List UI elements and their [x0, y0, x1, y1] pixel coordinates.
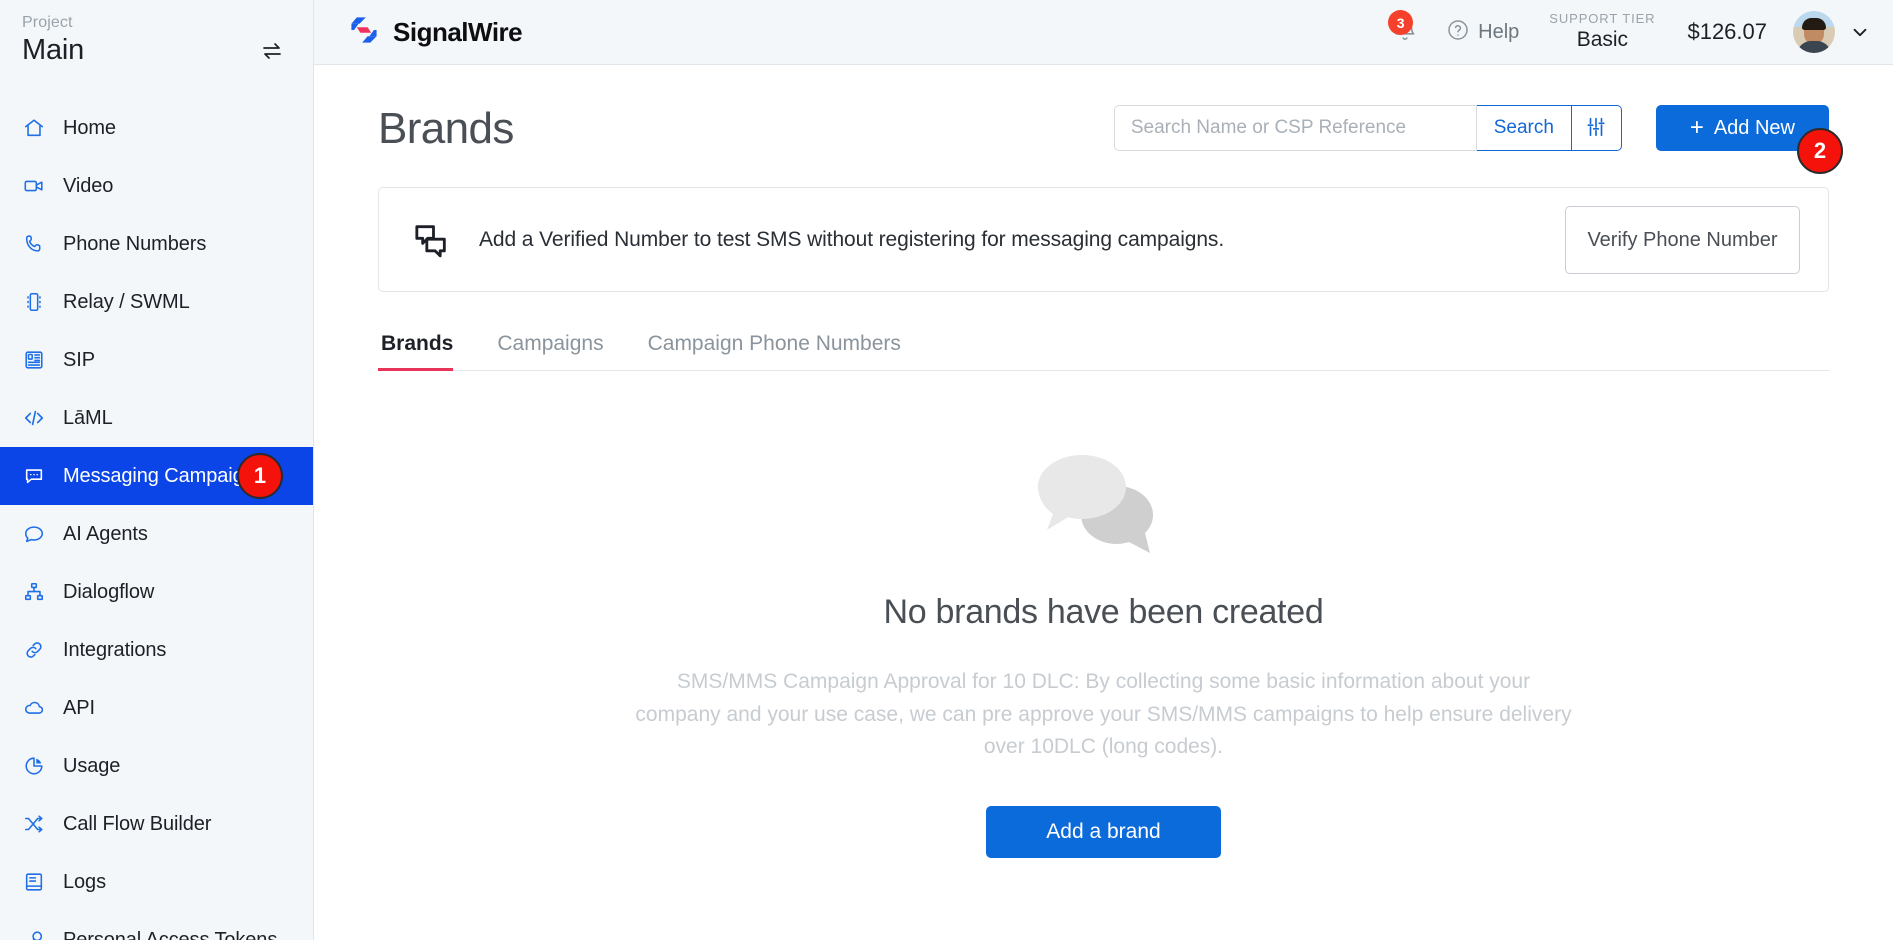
sidebar-item-sip[interactable]: SIP	[0, 331, 313, 389]
tab-campaign-phone-numbers[interactable]: Campaign Phone Numbers	[626, 332, 923, 370]
page-header: Brands Search + Add New	[378, 65, 1843, 174]
help-button[interactable]: Help	[1446, 18, 1519, 47]
sidebar-item-call-flow-builder[interactable]: Call Flow Builder	[0, 795, 313, 853]
shuffle-icon	[22, 812, 46, 836]
project-name: Main	[22, 34, 85, 66]
avatar-body	[1797, 41, 1831, 53]
tabs: Brands Campaigns Campaign Phone Numbers	[378, 332, 1829, 371]
search-button[interactable]: Search	[1476, 105, 1572, 151]
tab-campaigns[interactable]: Campaigns	[475, 332, 625, 370]
page-title: Brands	[378, 104, 514, 153]
notification-count-badge: 3	[1388, 10, 1414, 35]
phone-icon	[22, 232, 46, 256]
empty-state-title: No brands have been created	[883, 593, 1324, 631]
switch-arrows-icon[interactable]	[257, 36, 287, 66]
add-new-label: Add New	[1713, 116, 1795, 139]
annotation-badge-1: 1	[237, 453, 283, 499]
empty-state-description: SMS/MMS Campaign Approval for 10 DLC: By…	[635, 670, 1572, 759]
search-group: Search	[1113, 105, 1622, 151]
sidebar-item-ai-agents[interactable]: AI Agents	[0, 505, 313, 563]
sidebar-nav: Home Video Phone Numbers Relay / SWML SI…	[0, 99, 313, 940]
sidebar-item-label: Relay / SWML	[63, 290, 190, 313]
account-balance[interactable]: $126.07	[1687, 19, 1767, 45]
two-speech-bubbles-illustration	[1024, 441, 1184, 571]
brand-logo[interactable]: SignalWire	[346, 12, 523, 53]
topbar-right: 3 Help SUPPORT TIER Basic $126.07	[1378, 9, 1871, 55]
tab-brands[interactable]: Brands	[378, 332, 475, 371]
link-chain-icon	[22, 638, 46, 662]
speech-bubble-dots-icon	[22, 522, 46, 546]
sidebar-item-logs[interactable]: Logs	[0, 853, 313, 911]
brand-name: SignalWire	[393, 16, 523, 47]
sidebar-item-label: Logs	[63, 870, 106, 893]
sidebar-item-label: Dialogflow	[63, 580, 155, 603]
support-tier-label: SUPPORT TIER	[1549, 10, 1656, 26]
sidebar-item-personal-access-tokens[interactable]: Personal Access Tokens	[0, 911, 313, 940]
support-tier-value: Basic	[1576, 28, 1629, 51]
help-label: Help	[1478, 20, 1520, 43]
verify-phone-number-button[interactable]: Verify Phone Number	[1565, 205, 1800, 274]
sidebar-item-label: Call Flow Builder	[63, 812, 212, 835]
verified-number-banner: Add a Verified Number to test SMS withou…	[378, 187, 1829, 292]
sidebar-item-label: Personal Access Tokens	[63, 928, 278, 940]
key-icon	[22, 928, 46, 940]
sidebar-item-label: LāML	[63, 406, 113, 429]
sidebar: Project Main Home Video Phone Numbers Re…	[0, 0, 314, 940]
sidebar-item-home[interactable]: Home	[0, 99, 313, 157]
chat-bubble-icon	[22, 464, 46, 488]
sidebar-item-messaging-campaigns[interactable]: Messaging Campaigns 1	[0, 447, 313, 505]
banner-text: Add a Verified Number to test SMS withou…	[479, 227, 1225, 251]
avatar-hair	[1802, 17, 1826, 30]
header-tools: Search + Add New 2	[1113, 101, 1843, 174]
add-a-brand-button[interactable]: Add a brand	[986, 805, 1221, 858]
sidebar-item-laml[interactable]: LāML	[0, 389, 313, 447]
cloud-icon	[22, 696, 46, 720]
annotation-badge-2: 2	[1797, 128, 1843, 174]
sidebar-item-label: Phone Numbers	[63, 232, 207, 255]
pie-chart-icon	[22, 754, 46, 778]
sidebar-item-label: Usage	[63, 754, 121, 777]
sidebar-item-phone-numbers[interactable]: Phone Numbers	[0, 215, 313, 273]
sitemap-icon	[22, 580, 46, 604]
sidebar-item-dialogflow[interactable]: Dialogflow	[0, 563, 313, 621]
sidebar-item-label: Home	[63, 116, 116, 139]
search-input[interactable]	[1113, 105, 1477, 151]
book-icon	[22, 870, 46, 894]
project-switcher[interactable]: Project Main	[0, 0, 313, 73]
sliders-filter-icon	[1585, 116, 1607, 141]
notifications-button[interactable]: 3	[1378, 9, 1432, 55]
desk-phone-icon	[22, 348, 46, 372]
filter-button[interactable]	[1571, 105, 1622, 151]
content-area: Brands Search + Add New	[314, 65, 1893, 940]
chat-bubbles-icon	[411, 220, 455, 260]
sidebar-item-api[interactable]: API	[0, 679, 313, 737]
avatar[interactable]	[1793, 11, 1835, 53]
sidebar-item-relay-swml[interactable]: Relay / SWML	[0, 273, 313, 331]
top-bar: SignalWire 3 Help SUPPORT TIER Basic $12…	[314, 0, 1893, 65]
home-icon	[22, 116, 46, 140]
sidebar-item-usage[interactable]: Usage	[0, 737, 313, 795]
chip-icon	[22, 290, 46, 314]
question-circle-icon	[1446, 18, 1470, 47]
app-root: Project Main Home Video Phone Numbers Re…	[0, 0, 1893, 940]
project-label: Project	[22, 14, 73, 31]
sidebar-item-label: Integrations	[63, 638, 167, 661]
sidebar-item-label: AI Agents	[63, 522, 148, 545]
support-tier: SUPPORT TIER Basic	[1549, 11, 1655, 54]
empty-state: No brands have been created SMS/MMS Camp…	[378, 371, 1829, 858]
signalwire-logo-icon	[346, 12, 382, 53]
sidebar-item-label: Messaging Campaigns	[63, 464, 265, 487]
sidebar-item-video[interactable]: Video	[0, 157, 313, 215]
sidebar-item-label: Video	[63, 174, 114, 197]
sidebar-item-integrations[interactable]: Integrations	[0, 621, 313, 679]
plus-icon: +	[1689, 114, 1704, 141]
video-camera-icon	[22, 174, 46, 198]
sidebar-item-label: SIP	[63, 348, 95, 371]
code-brackets-icon	[22, 406, 46, 430]
chevron-down-icon[interactable]	[1849, 21, 1871, 43]
main-area: SignalWire 3 Help SUPPORT TIER Basic $12…	[314, 0, 1893, 940]
sidebar-item-label: API	[63, 696, 95, 719]
